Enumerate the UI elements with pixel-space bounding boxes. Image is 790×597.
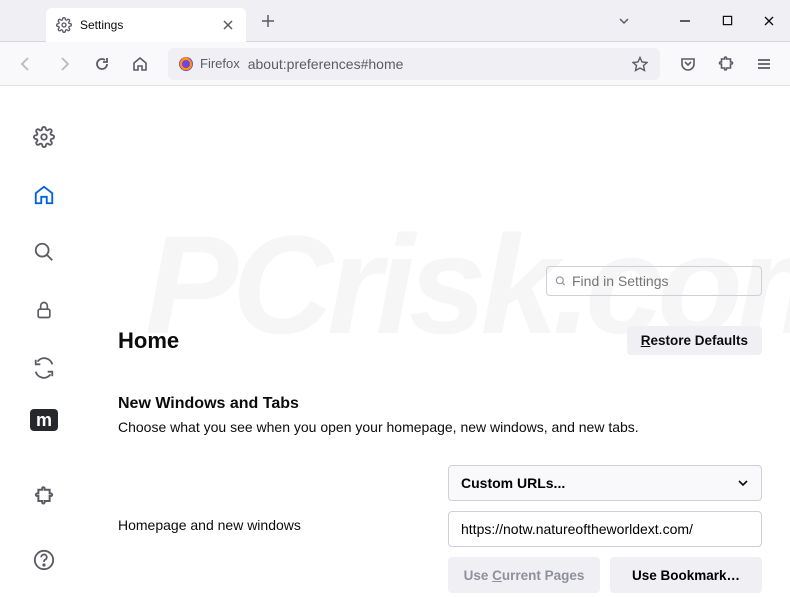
browser-tab[interactable]: Settings — [46, 8, 246, 42]
close-window-button[interactable] — [748, 4, 790, 38]
sidebar-help[interactable] — [26, 543, 62, 577]
close-icon[interactable] — [220, 17, 236, 33]
sidebar-privacy[interactable] — [26, 293, 62, 327]
new-tab-button[interactable] — [254, 7, 282, 35]
sidebar-home[interactable] — [26, 178, 62, 212]
search-icon — [555, 274, 566, 288]
restore-defaults-button[interactable]: Restore Defaults — [627, 326, 762, 355]
minimize-button[interactable] — [664, 4, 706, 38]
firefox-icon — [178, 56, 194, 72]
sidebar-search[interactable] — [26, 236, 62, 270]
bookmark-star-button[interactable] — [630, 54, 650, 74]
reload-button[interactable] — [86, 48, 118, 80]
page-title: Home — [118, 328, 179, 354]
sidebar-more-from-mozilla[interactable]: m — [30, 409, 58, 432]
homepage-url-input[interactable] — [448, 511, 762, 547]
home-button[interactable] — [124, 48, 156, 80]
use-current-pages-button[interactable]: Use Current Pages — [448, 557, 600, 593]
identity-box[interactable]: Firefox — [178, 56, 240, 72]
sidebar-extensions[interactable] — [26, 479, 62, 513]
url-bar[interactable]: Firefox about:preferences#home — [168, 48, 660, 80]
toolbar: Firefox about:preferences#home — [0, 42, 790, 86]
homepage-label: Homepage and new windows — [118, 465, 448, 533]
titlebar-dropdown-button[interactable] — [608, 7, 640, 35]
titlebar: Settings — [0, 0, 790, 42]
section-new-windows-desc: Choose what you see when you open your h… — [118, 419, 762, 435]
chevron-down-icon — [737, 477, 749, 489]
extensions-button[interactable] — [710, 48, 742, 80]
forward-button[interactable] — [48, 48, 80, 80]
use-bookmark-button[interactable]: Use Bookmark… — [610, 557, 762, 593]
gear-icon — [56, 17, 72, 33]
homepage-mode-select[interactable]: Custom URLs... — [448, 465, 762, 501]
app-menu-button[interactable] — [748, 48, 780, 80]
back-button[interactable] — [10, 48, 42, 80]
sidebar-general[interactable] — [26, 120, 62, 154]
find-in-settings[interactable] — [546, 266, 762, 296]
settings-sidebar: m — [0, 86, 88, 597]
settings-main: PCrisk.com Home Restore Defaults New Win… — [88, 86, 790, 597]
sidebar-sync[interactable] — [26, 351, 62, 385]
url-text: about:preferences#home — [248, 56, 630, 72]
section-new-windows-title: New Windows and Tabs — [118, 395, 762, 413]
maximize-button[interactable] — [706, 4, 748, 38]
identity-label: Firefox — [200, 56, 240, 71]
search-input[interactable] — [572, 273, 753, 289]
pocket-button[interactable] — [672, 48, 704, 80]
tab-label: Settings — [80, 18, 220, 32]
